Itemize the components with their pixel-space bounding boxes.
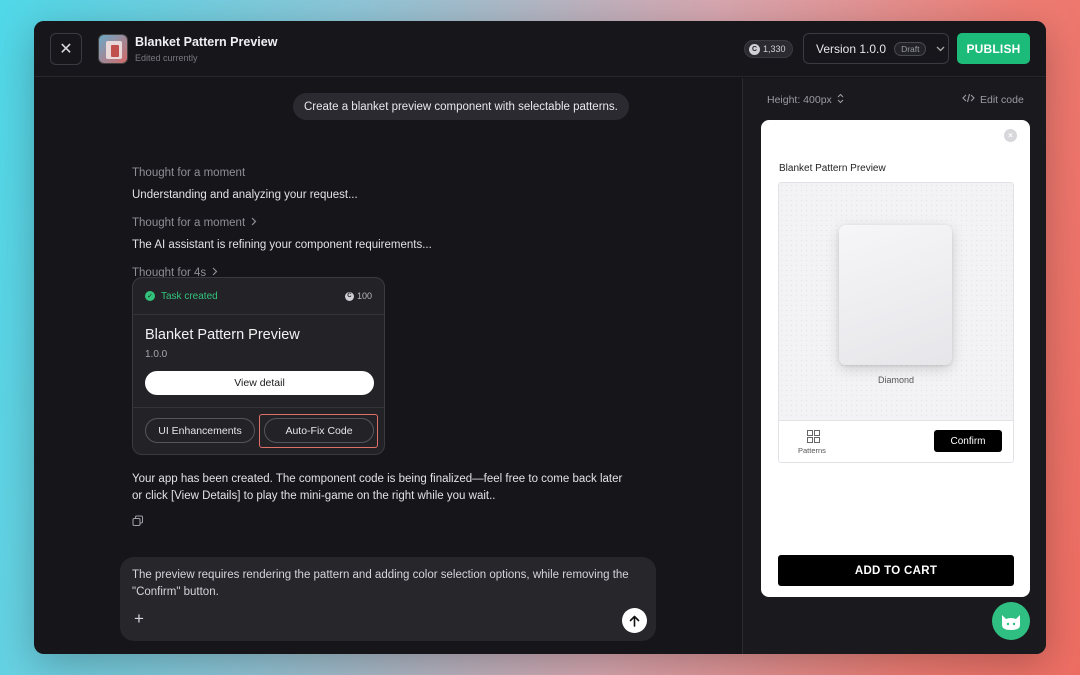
chevron-down-icon: [936, 44, 945, 54]
version-dropdown[interactable]: Version 1.0.0 Draft: [803, 33, 949, 64]
task-card: ✓ Task created C 100 Blanket Pattern Pre…: [132, 277, 385, 455]
height-control[interactable]: Height: 400px: [767, 93, 844, 107]
app-subtitle: Edited currently: [135, 53, 198, 63]
top-bar: ✕ Blanket Pattern Preview Edited current…: [34, 21, 1046, 77]
add-to-cart-button[interactable]: ADD TO CART: [778, 555, 1014, 586]
thought-label: Thought for a moment: [132, 217, 246, 229]
composer-input[interactable]: The preview requires rendering the patte…: [132, 567, 642, 601]
app-title: Blanket Pattern Preview: [135, 35, 278, 49]
preview-stage: Diamond: [779, 183, 1013, 420]
coin-icon: C: [344, 291, 354, 301]
task-status-label: Task created: [161, 290, 218, 302]
task-cost: C 100: [344, 291, 372, 301]
assistant-bot-button[interactable]: [992, 602, 1030, 640]
code-icon: [962, 93, 975, 106]
patterns-tab-label[interactable]: Patterns: [798, 446, 826, 455]
edit-code-button[interactable]: Edit code: [962, 93, 1024, 106]
coin-icon: C: [749, 43, 760, 55]
chat-panel: Create a blanket preview component with …: [34, 78, 742, 654]
divider: [133, 407, 384, 408]
thought-detail-1: Understanding and analyzing your request…: [132, 189, 358, 201]
task-cost-value: 100: [356, 291, 372, 301]
preview-frame: × Blanket Pattern Preview Diamond Patter…: [761, 120, 1030, 597]
copy-icon[interactable]: [132, 514, 144, 526]
task-title: Blanket Pattern Preview: [145, 327, 300, 343]
auto-fix-code-button[interactable]: Auto-Fix Code: [264, 418, 374, 443]
user-message: Create a blanket preview component with …: [293, 93, 629, 120]
up-down-chevron-icon: [837, 93, 844, 107]
message-composer[interactable]: The preview requires rendering the patte…: [120, 557, 656, 641]
app-icon: [98, 34, 128, 64]
close-icon: ✕: [59, 41, 73, 58]
credits-value: 1,330: [763, 44, 786, 54]
task-status: ✓ Task created: [145, 291, 218, 302]
send-button[interactable]: [622, 608, 647, 633]
confirm-button[interactable]: Confirm: [934, 430, 1002, 452]
height-label: Height: 400px: [767, 94, 832, 106]
edit-code-label: Edit code: [980, 93, 1024, 106]
chevron-right-icon: [251, 217, 257, 229]
assistant-reply: Your app has been created. The component…: [132, 473, 623, 502]
preview-toolbar: Patterns Confirm: [779, 420, 1013, 462]
credits-badge: C 1,330: [744, 40, 793, 58]
check-circle-icon: ✓: [145, 291, 155, 301]
grid-icon[interactable]: [807, 430, 820, 443]
task-card-header: ✓ Task created C 100: [133, 278, 384, 315]
ui-enhancements-button[interactable]: UI Enhancements: [145, 418, 255, 443]
version-label: Version 1.0.0: [816, 41, 887, 56]
thought-toggle-1[interactable]: Thought for a moment: [132, 167, 245, 179]
preview-panel: Height: 400px Edit code × Blanket Patter…: [742, 78, 1046, 654]
task-version: 1.0.0: [145, 349, 168, 360]
pattern-name: Diamond: [877, 375, 915, 385]
thought-label: Thought for a moment: [132, 167, 246, 179]
plus-icon[interactable]: +: [134, 609, 144, 629]
draft-badge: Draft: [894, 41, 927, 56]
thought-toggle-2[interactable]: Thought for a moment: [132, 217, 257, 229]
publish-button[interactable]: PUBLISH: [957, 33, 1030, 64]
arrow-up-icon: [629, 615, 640, 627]
thought-detail-2: The AI assistant is refining your compon…: [132, 239, 432, 251]
close-icon[interactable]: ×: [1004, 129, 1017, 142]
blanket-viewer: Diamond Patterns Confirm: [778, 182, 1014, 463]
view-detail-button[interactable]: View detail: [145, 371, 374, 395]
blanket-image: [839, 225, 952, 365]
close-button[interactable]: ✕: [50, 33, 82, 65]
preview-title: Blanket Pattern Preview: [779, 163, 886, 174]
app-window: ✕ Blanket Pattern Preview Edited current…: [34, 21, 1046, 654]
cat-face-icon: [1002, 615, 1020, 630]
